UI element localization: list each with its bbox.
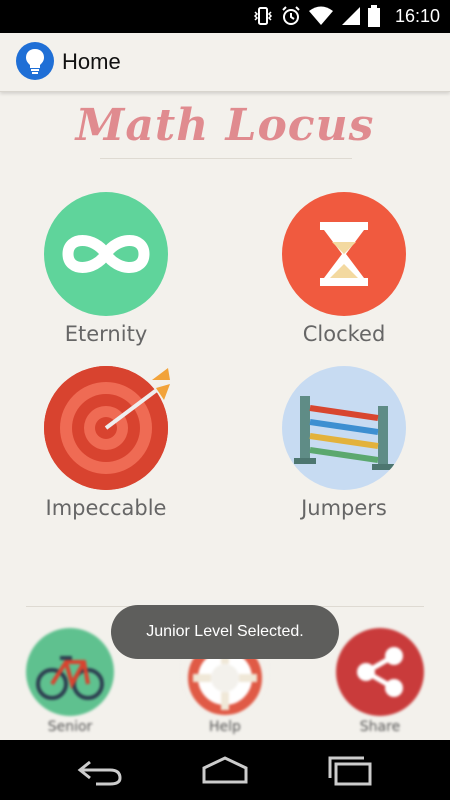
home-icon[interactable] <box>200 754 250 786</box>
alarm-icon <box>282 6 300 25</box>
recents-icon[interactable] <box>326 754 376 786</box>
nav-bar <box>0 740 450 800</box>
hourglass-icon <box>282 192 406 316</box>
help-label: Help <box>209 719 241 735</box>
status-icons <box>252 5 380 27</box>
share-icon <box>336 628 424 716</box>
wifi-icon <box>309 6 333 25</box>
mode-clocked[interactable]: Clocked <box>259 192 429 346</box>
share-label: Share <box>359 719 401 735</box>
bicycle-icon <box>26 628 114 716</box>
divider <box>100 158 352 159</box>
battery-icon <box>368 5 380 27</box>
back-icon[interactable] <box>76 754 126 786</box>
senior-label: Senior <box>47 719 93 735</box>
mode-label: Impeccable <box>45 496 167 520</box>
target-icon <box>44 366 170 490</box>
page-title: Home <box>62 49 121 74</box>
app-logo: Math Locus <box>75 100 375 151</box>
hurdle-icon <box>282 366 406 490</box>
status-time: 16:10 <box>394 6 440 26</box>
lightbulb-icon[interactable] <box>16 42 54 80</box>
signal-icon <box>342 7 360 25</box>
share-button[interactable]: Share <box>325 628 435 735</box>
mode-eternity[interactable]: Eternity <box>21 192 191 346</box>
senior-button[interactable]: Senior <box>15 628 125 735</box>
mode-label: Eternity <box>64 322 148 346</box>
action-bar: Home <box>0 33 450 92</box>
vibrate-icon <box>253 7 273 25</box>
status-bar: 16:10 <box>0 0 450 33</box>
toast-message: Junior Level Selected. <box>111 605 339 659</box>
mode-label: Clocked <box>302 322 386 346</box>
mode-jumpers[interactable]: Jumpers <box>259 366 429 520</box>
mode-label: Jumpers <box>301 496 387 520</box>
mode-impeccable[interactable]: Impeccable <box>21 366 191 520</box>
infinity-icon <box>44 192 168 316</box>
